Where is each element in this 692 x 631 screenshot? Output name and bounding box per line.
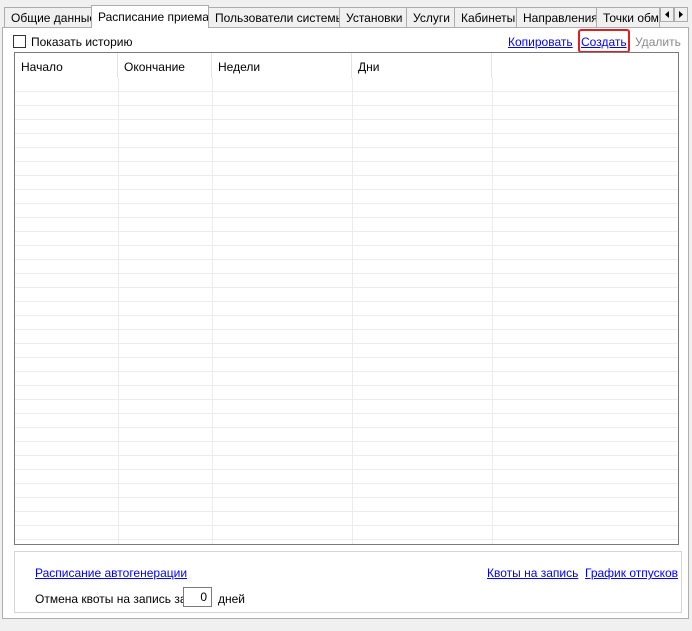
grid-column-line [212, 78, 213, 544]
arrow-right-icon [679, 11, 683, 18]
grid-column-line [352, 78, 353, 544]
autogeneration-schedule-link[interactable]: Расписание автогенерации [35, 566, 187, 580]
arrow-left-icon [665, 11, 669, 18]
delete-link: Удалить [635, 35, 681, 49]
tab-general[interactable]: Общие данные [4, 7, 92, 27]
column-header-filler [492, 53, 678, 78]
tab-directions[interactable]: Направления [516, 7, 597, 27]
grid-column-line [118, 78, 119, 544]
grid-column-line [492, 78, 493, 544]
booking-quotas-link[interactable]: Квоты на запись [487, 566, 578, 580]
show-history-checkbox[interactable] [13, 35, 26, 48]
cancel-quota-unit-label: дней [218, 592, 246, 606]
schedule-options-group: Расписание автогенерации Квоты на запись… [14, 551, 682, 613]
tab-users[interactable]: Пользователи системы [208, 7, 340, 27]
cancel-quota-days-input[interactable] [183, 587, 212, 607]
schedule-grid[interactable]: Начало Окончание Недели Дни [14, 52, 679, 545]
grid-header: Начало Окончание Недели Дни [15, 53, 678, 78]
tab-scroll-left-button[interactable] [660, 7, 674, 22]
create-link[interactable]: Создать [581, 35, 627, 49]
column-header-days[interactable]: Дни [352, 53, 492, 78]
tab-scroll-right-button[interactable] [674, 7, 688, 22]
tab-strip: Общие данные Расписание приема Пользоват… [0, 0, 692, 28]
schedule-panel: Показать историю Копировать Создать Удал… [2, 27, 689, 619]
tab-settings[interactable]: Установки [339, 7, 407, 27]
tab-exchange-points[interactable]: Точки обм [596, 7, 660, 27]
cancel-quota-label: Отмена квоты на запись за [35, 592, 187, 606]
tab-services[interactable]: Услуги [406, 7, 455, 27]
column-header-weeks[interactable]: Недели [212, 53, 352, 78]
tab-cabinets[interactable]: Кабинеты [454, 7, 517, 27]
copy-link[interactable]: Копировать [508, 35, 573, 49]
tab-schedule[interactable]: Расписание приема [91, 5, 209, 28]
column-header-end[interactable]: Окончание [118, 53, 212, 78]
show-history-label[interactable]: Показать историю [31, 35, 132, 49]
grid-body[interactable] [15, 78, 678, 544]
schedule-toolbar: Показать историю Копировать Создать Удал… [13, 29, 681, 53]
column-header-start[interactable]: Начало [15, 53, 118, 78]
vacation-schedule-link[interactable]: График отпусков [585, 566, 678, 580]
